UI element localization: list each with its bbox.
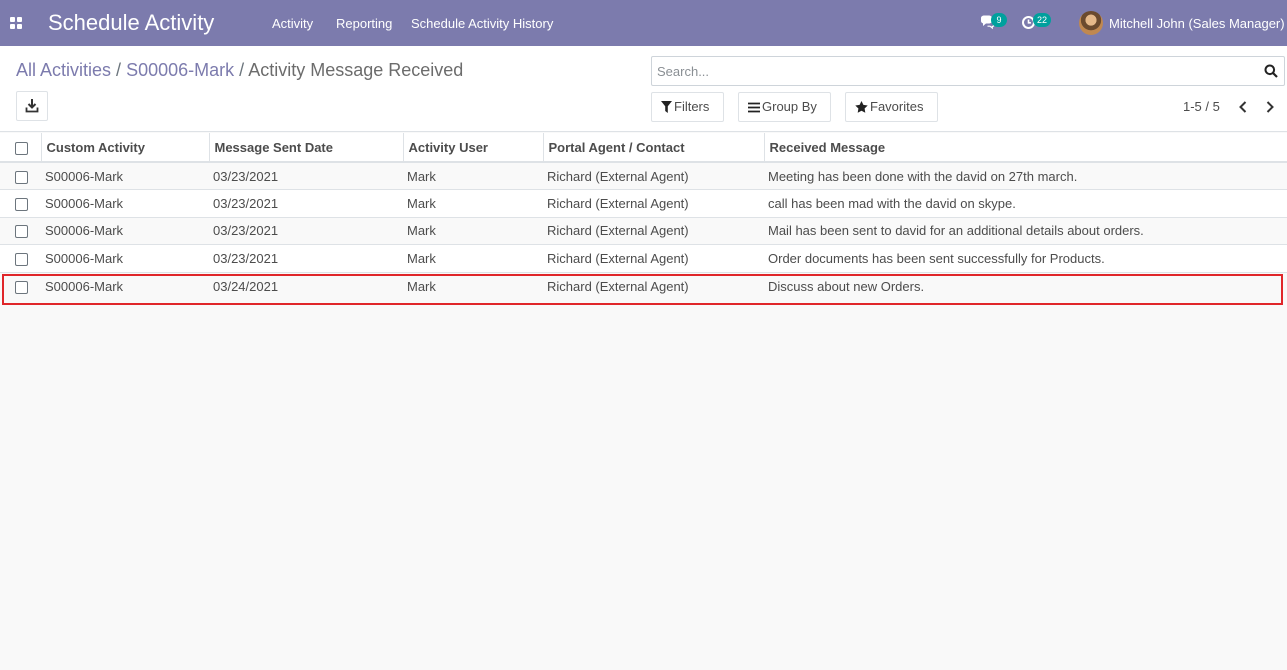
row-select-cell xyxy=(0,189,41,217)
breadcrumb-all-activities[interactable]: All Activities xyxy=(16,60,111,80)
select-all-checkbox[interactable] xyxy=(15,141,28,155)
cell-message-sent-date: 03/23/2021 xyxy=(209,189,403,217)
column-header[interactable]: Portal Agent / Contact xyxy=(543,133,765,163)
app-title: Schedule Activity xyxy=(48,10,215,35)
cell-activity-user: Mark xyxy=(403,244,543,272)
cell-custom-activity: S00006-Mark xyxy=(41,244,209,272)
page-title: Activity Message Received xyxy=(248,60,464,80)
cell-received-message: Meeting has been done with the david on … xyxy=(764,161,1287,190)
activities-badge: 22 xyxy=(1033,13,1052,27)
cell-activity-user: Mark xyxy=(403,216,543,245)
download-button[interactable] xyxy=(16,91,48,121)
cell-custom-activity: S00006-Mark xyxy=(41,161,209,190)
filters-label: Filters xyxy=(674,99,710,114)
control-panel: All Activities / S00006-Mark / Activity … xyxy=(0,46,1287,132)
row-select-cell xyxy=(0,244,41,272)
table-header-row: Custom Activity Message Sent Date Activi… xyxy=(0,133,1287,163)
table-row[interactable]: S00006-Mark 03/24/2021 Mark Richard (Ext… xyxy=(0,271,1287,300)
table-row[interactable]: S00006-Mark 03/23/2021 Mark Richard (Ext… xyxy=(0,161,1287,190)
filters-button[interactable]: Filters xyxy=(651,92,724,122)
menu-activity[interactable]: Activity xyxy=(272,16,313,32)
row-checkbox[interactable] xyxy=(15,280,28,294)
row-select-cell xyxy=(0,161,41,190)
group-by-label: Group By xyxy=(762,99,817,114)
messages-badge: 9 xyxy=(991,13,1007,27)
search-icon[interactable] xyxy=(1264,64,1278,78)
cell-message-sent-date: 03/23/2021 xyxy=(209,244,403,272)
user-menu[interactable]: Mitchell John (Sales Manager) xyxy=(1109,16,1285,32)
cell-portal-agent: Richard (External Agent) xyxy=(543,216,764,245)
menu-schedule-activity-history[interactable]: Schedule Activity History xyxy=(411,16,553,32)
cell-received-message: Mail has been sent to david for an addit… xyxy=(764,216,1287,245)
row-select-cell xyxy=(0,271,41,300)
pager-next-icon[interactable] xyxy=(1262,99,1278,115)
cell-received-message: Order documents has been sent successful… xyxy=(764,244,1287,272)
row-select-cell xyxy=(0,216,41,245)
row-checkbox[interactable] xyxy=(15,225,28,239)
row-checkbox[interactable] xyxy=(15,197,28,211)
list-icon xyxy=(748,102,760,113)
cell-activity-user: Mark xyxy=(403,271,543,300)
table-row[interactable]: S00006-Mark 03/23/2021 Mark Richard (Ext… xyxy=(0,244,1287,272)
select-all-cell xyxy=(0,133,42,163)
search-input[interactable] xyxy=(657,62,1252,80)
favorites-label: Favorites xyxy=(870,99,924,114)
pager-value[interactable]: 1-5 / 5 xyxy=(1183,99,1220,115)
cell-custom-activity: S00006-Mark xyxy=(41,189,209,217)
cell-portal-agent: Richard (External Agent) xyxy=(543,189,764,217)
breadcrumb-separator: / xyxy=(116,60,122,80)
breadcrumb: All Activities / S00006-Mark / Activity … xyxy=(16,59,463,81)
star-icon xyxy=(855,101,868,113)
apps-grid-icon[interactable] xyxy=(10,17,22,29)
activity-message-table: Custom Activity Message Sent Date Activi… xyxy=(0,133,1287,300)
menu-reporting[interactable]: Reporting xyxy=(336,16,392,32)
breadcrumb-record[interactable]: S00006-Mark xyxy=(126,60,234,80)
download-icon xyxy=(25,99,39,113)
column-header[interactable]: Received Message xyxy=(764,133,1287,163)
cell-message-sent-date: 03/24/2021 xyxy=(209,271,403,300)
cell-portal-agent: Richard (External Agent) xyxy=(543,244,764,272)
column-header[interactable]: Activity User xyxy=(403,133,544,163)
table-row[interactable]: S00006-Mark 03/23/2021 Mark Richard (Ext… xyxy=(0,189,1287,217)
cell-received-message: call has been mad with the david on skyp… xyxy=(764,189,1287,217)
search-bar xyxy=(651,56,1285,86)
column-header[interactable]: Custom Activity xyxy=(41,133,210,163)
cell-activity-user: Mark xyxy=(403,161,543,190)
favorites-button[interactable]: Favorites xyxy=(845,92,938,122)
pager-previous-icon[interactable] xyxy=(1235,99,1251,115)
cell-activity-user: Mark xyxy=(403,189,543,217)
cell-message-sent-date: 03/23/2021 xyxy=(209,216,403,245)
cell-message-sent-date: 03/23/2021 xyxy=(209,161,403,190)
cell-portal-agent: Richard (External Agent) xyxy=(543,161,764,190)
column-header[interactable]: Message Sent Date xyxy=(209,133,404,163)
cell-received-message: Discuss about new Orders. xyxy=(764,271,1287,300)
cell-custom-activity: S00006-Mark xyxy=(41,216,209,245)
breadcrumb-separator: / xyxy=(239,60,245,80)
cell-portal-agent: Richard (External Agent) xyxy=(543,271,764,300)
row-checkbox[interactable] xyxy=(15,252,28,266)
avatar[interactable] xyxy=(1079,11,1103,35)
filter-icon xyxy=(661,101,672,113)
cell-custom-activity: S00006-Mark xyxy=(41,271,209,300)
table-row[interactable]: S00006-Mark 03/23/2021 Mark Richard (Ext… xyxy=(0,216,1287,245)
group-by-button[interactable]: Group By xyxy=(738,92,831,122)
row-checkbox[interactable] xyxy=(15,170,28,184)
top-navbar: Schedule Activity Activity Reporting Sch… xyxy=(0,0,1287,46)
